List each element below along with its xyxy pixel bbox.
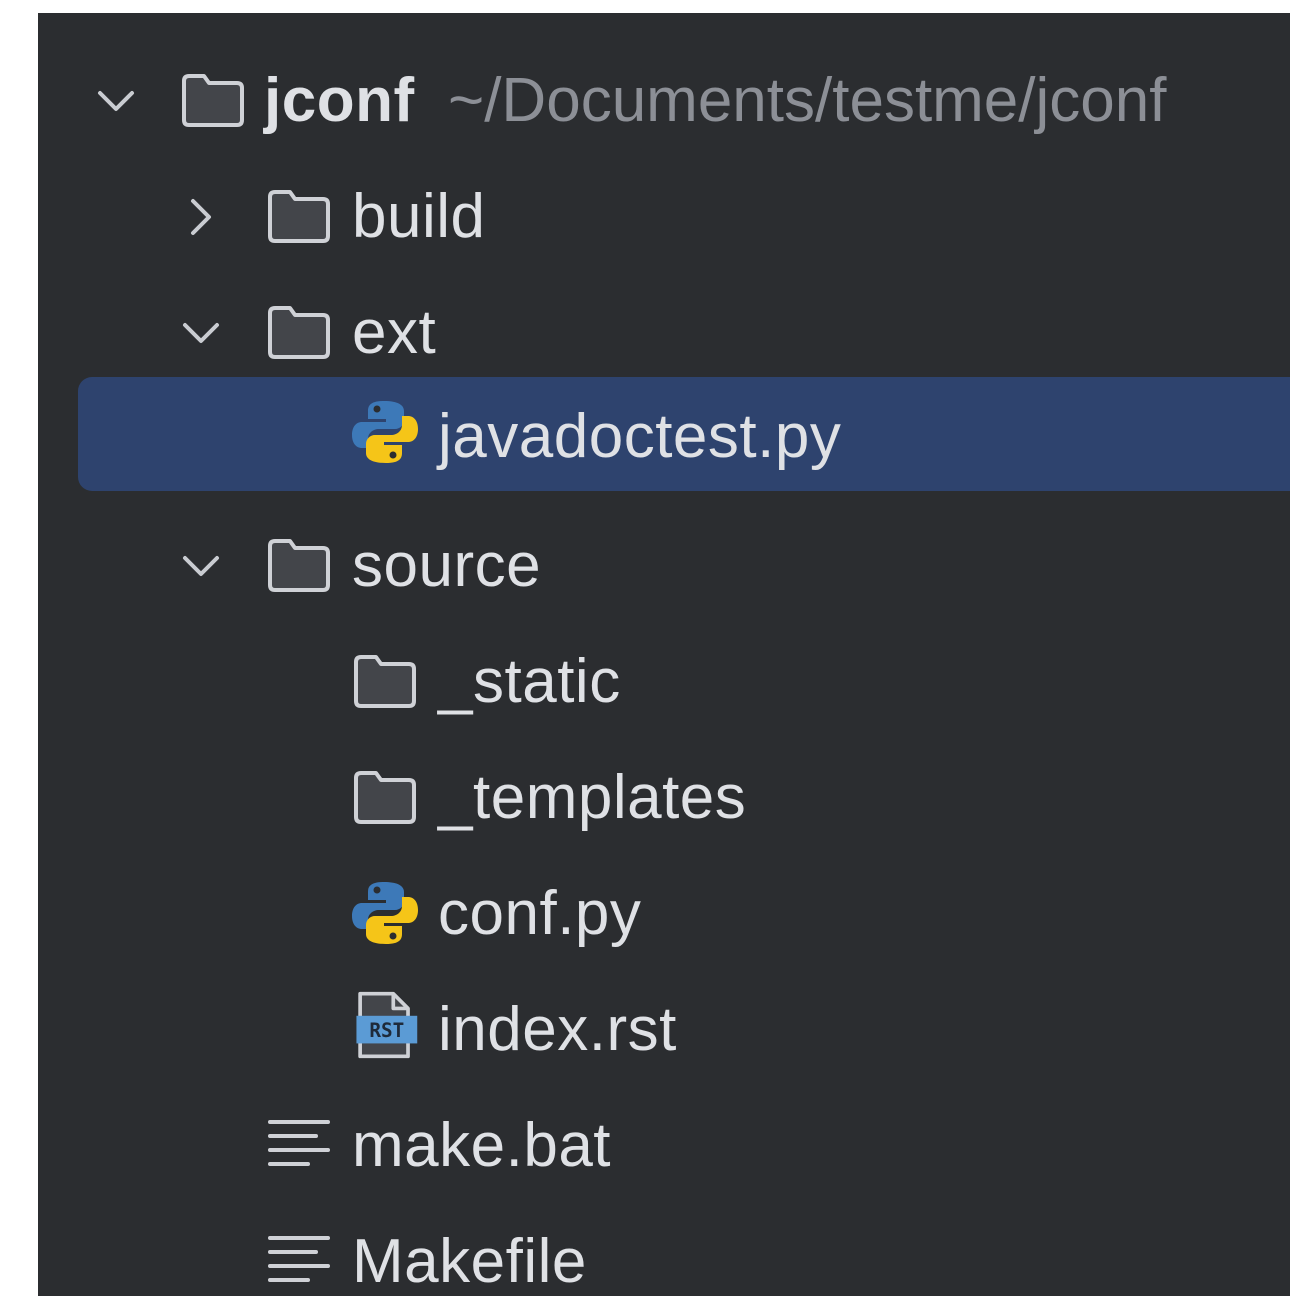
folder-icon bbox=[268, 190, 330, 243]
tree-row-root[interactable]: jconf ~/Documents/testme/jconf bbox=[38, 43, 1290, 159]
tree-item-label: Makefile bbox=[352, 1227, 587, 1296]
folder-icon bbox=[354, 655, 416, 708]
text-file-icon bbox=[268, 1236, 330, 1282]
tree-row-file[interactable]: make.bat bbox=[38, 1088, 1290, 1204]
python-icon bbox=[352, 882, 418, 944]
tree-row-folder[interactable]: source bbox=[38, 508, 1290, 624]
chevron-down-icon[interactable] bbox=[88, 73, 144, 129]
tree-row-file-selected[interactable]: javadoctest.py bbox=[38, 377, 1290, 493]
tree-item-label: source bbox=[352, 531, 542, 600]
rst-badge-text: RST bbox=[369, 1019, 404, 1042]
tree-row-folder[interactable]: _templates bbox=[38, 740, 1290, 856]
chevron-right-icon[interactable] bbox=[173, 189, 229, 245]
tree-item-label: _templates bbox=[438, 763, 747, 832]
tree-item-label: javadoctest.py bbox=[438, 402, 842, 471]
tree-item-label: build bbox=[352, 182, 486, 251]
text-file-icon bbox=[268, 1120, 330, 1166]
folder-icon bbox=[268, 306, 330, 359]
tree-item-label: conf.py bbox=[438, 879, 642, 948]
folder-icon bbox=[354, 771, 416, 824]
chevron-down-icon[interactable] bbox=[173, 538, 229, 594]
tree-row-file[interactable]: Makefile bbox=[38, 1204, 1290, 1296]
tree-item-label: index.rst bbox=[438, 995, 677, 1064]
tree-row-folder[interactable]: ext bbox=[38, 275, 1290, 391]
tree-item-label: _static bbox=[438, 647, 621, 716]
tree-row-folder[interactable]: build bbox=[38, 159, 1290, 275]
tree-row-file[interactable]: conf.py bbox=[38, 856, 1290, 972]
tree-item-label: make.bat bbox=[352, 1111, 612, 1180]
tree-row-file[interactable]: RST index.rst bbox=[38, 972, 1290, 1088]
folder-icon bbox=[268, 539, 330, 592]
python-icon bbox=[352, 401, 418, 463]
project-path: ~/Documents/testme/jconf bbox=[448, 66, 1167, 135]
tree-item-label: ext bbox=[352, 298, 437, 367]
tree-item-label: jconf bbox=[264, 66, 415, 135]
project-tree-panel: jconf ~/Documents/testme/jconf build ext… bbox=[38, 13, 1290, 1296]
tree-row-folder[interactable]: _static bbox=[38, 624, 1290, 740]
chevron-down-icon[interactable] bbox=[173, 305, 229, 361]
folder-icon bbox=[182, 74, 244, 127]
rst-file-icon: RST bbox=[356, 991, 418, 1059]
